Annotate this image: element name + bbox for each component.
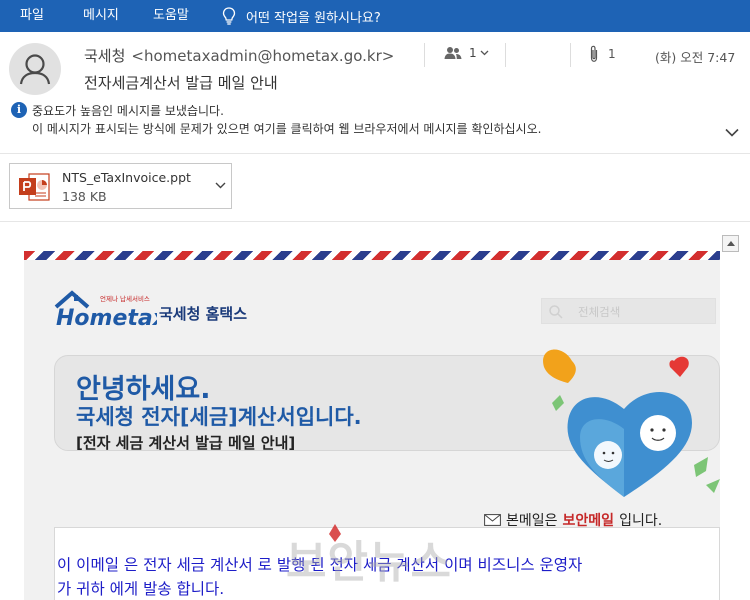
- airmail-border: [24, 251, 720, 260]
- chevron-down-icon[interactable]: [215, 182, 226, 189]
- search-icon: [549, 305, 563, 319]
- chevron-down-icon[interactable]: [725, 128, 739, 137]
- envelope-icon: [484, 514, 501, 526]
- heart-illustration: [543, 349, 720, 497]
- chevron-down-icon: [480, 50, 489, 56]
- tab-file[interactable]: 파일: [20, 0, 44, 32]
- people-icon: [444, 47, 462, 59]
- notice-line-2: 가 귀하 에게 발송 합니다.: [57, 580, 225, 598]
- tell-me-label: 어떤 작업을 원하시나요?: [246, 10, 381, 26]
- scroll-up-button[interactable]: [722, 235, 739, 252]
- sender-email: <hometaxadmin@hometax.go.kr>: [131, 47, 395, 65]
- tab-message[interactable]: 메시지: [83, 0, 119, 32]
- lightbulb-icon: [222, 7, 236, 25]
- recipients-count: 1: [469, 46, 477, 60]
- logo-wordmark: Hometax: [56, 306, 157, 331]
- powerpoint-file-icon: [19, 173, 50, 201]
- site-search-box: 전체검색: [541, 298, 716, 324]
- message-subject: 전자세금계산서 발급 메일 안내: [84, 74, 278, 92]
- header-divider: [424, 43, 425, 67]
- attachment-separator: [0, 221, 750, 222]
- paperclip-icon: [590, 45, 598, 62]
- logo-tagline: 언제나 납세서비스: [100, 294, 150, 303]
- importance-notice: 중요도가 높음인 메시지를 보냈습니다.: [32, 104, 224, 118]
- tell-me-search[interactable]: 어떤 작업을 원하시나요?: [222, 0, 381, 32]
- hometax-logo[interactable]: 언제나 납세서비스 Hometax: [52, 287, 157, 331]
- brand-name: 국세청 홈택스: [159, 305, 248, 323]
- tab-help[interactable]: 도움말: [153, 0, 189, 32]
- view-in-browser-link[interactable]: 이 메시지가 표시되는 방식에 문제가 있으면 여기를 클릭하여 웹 브라우저에…: [32, 120, 541, 137]
- message-datetime: (화) 오전 7:47: [655, 50, 736, 65]
- attachment-filename: NTS_eTaxInvoice.ppt: [62, 170, 191, 185]
- attachments-indicator[interactable]: 1: [588, 45, 616, 63]
- header-divider: [505, 43, 506, 67]
- header-separator: [0, 153, 750, 154]
- sender-name: 국세청: [84, 47, 126, 65]
- recipients-button[interactable]: 1: [444, 46, 489, 60]
- site-search-placeholder: 전체검색: [578, 305, 621, 319]
- sender-line[interactable]: 국세청 <hometaxadmin@hometax.go.kr>: [84, 45, 394, 66]
- attachment-size: 138 KB: [62, 189, 107, 204]
- person-icon: [19, 54, 51, 85]
- ribbon-bar: 파일 메시지 도움말 어떤 작업을 원하시나요?: [0, 0, 750, 32]
- attachments-count: 1: [608, 47, 616, 61]
- info-icon: i: [11, 102, 27, 118]
- greeting-title: 국세청 전자[세금]계산서입니다.: [76, 405, 362, 429]
- sender-avatar[interactable]: [9, 43, 61, 95]
- watermark: 보안뉴스: [286, 537, 452, 588]
- greeting-subtitle: [전자 세금 계산서 발급 메일 안내]: [76, 434, 296, 452]
- attachment-card[interactable]: NTS_eTaxInvoice.ppt 138 KB: [9, 163, 232, 209]
- header-divider: [570, 43, 571, 67]
